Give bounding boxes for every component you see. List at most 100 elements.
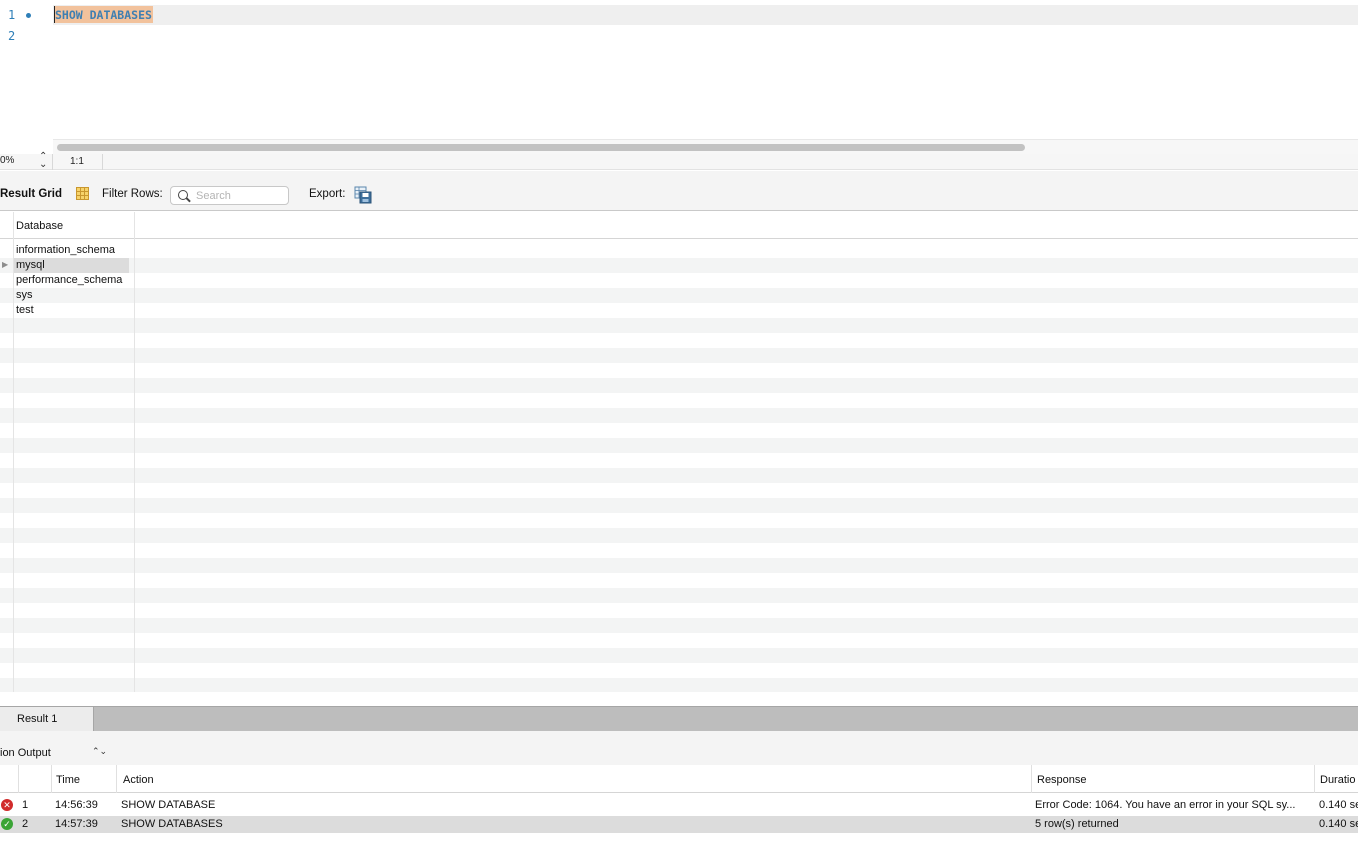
zoom-select[interactable]: 0% ⌃ ⌄	[0, 151, 53, 170]
gutter-line-2: 2	[0, 26, 52, 47]
tab-result-1[interactable]: Result 1	[0, 707, 94, 731]
grid-header: Database	[0, 212, 1358, 239]
empty-table-row	[0, 498, 1358, 513]
empty-table-row	[0, 528, 1358, 543]
output-row[interactable]: ✓ 2 14:57:39 SHOW DATABASES 5 row(s) ret…	[0, 816, 1358, 833]
result-toolbar: Result Grid Filter Rows: Export:	[0, 171, 1358, 211]
updown-chevron-icon: ⌃ ⌄	[39, 151, 48, 170]
empty-table-row	[0, 453, 1358, 468]
empty-table-row	[0, 663, 1358, 678]
empty-table-row	[0, 633, 1358, 648]
output-duration: 0.140 se	[1319, 799, 1358, 811]
empty-table-row	[0, 603, 1358, 618]
table-row[interactable]: test	[0, 303, 1358, 318]
line-number-1: 1	[8, 8, 16, 22]
table-row[interactable]: sys	[0, 288, 1358, 303]
empty-table-row	[0, 678, 1358, 692]
success-check-icon: ✓	[1, 818, 13, 830]
filter-search-input[interactable]	[196, 189, 286, 203]
table-row[interactable]: ▶ mysql	[0, 258, 1358, 273]
empty-table-row	[0, 543, 1358, 558]
empty-table-row	[0, 513, 1358, 528]
scrollbar-thumb[interactable]	[57, 144, 1025, 151]
output-time: 14:56:39	[55, 799, 98, 811]
tab-label: Result 1	[17, 713, 58, 725]
empty-table-row	[0, 393, 1358, 408]
current-row-arrow-icon: ▶	[2, 260, 9, 269]
filter-rows-label: Filter Rows:	[102, 188, 163, 200]
database-cell[interactable]: performance_schema	[16, 274, 122, 286]
filter-search-box[interactable]	[170, 186, 289, 205]
column-header-time[interactable]: Time	[56, 774, 80, 786]
empty-table-row	[0, 573, 1358, 588]
column-divider	[1031, 765, 1032, 793]
table-row[interactable]: performance_schema	[0, 273, 1358, 288]
result-grid[interactable]: Database information_schema ▶ mysql perf…	[0, 212, 1358, 692]
sql-editor[interactable]: 1 2 SHOW DATABASES	[0, 0, 1358, 154]
empty-table-row	[0, 468, 1358, 483]
column-divider	[51, 765, 52, 793]
empty-table-row	[0, 318, 1358, 333]
empty-table-row	[0, 348, 1358, 363]
grid-rows: information_schema ▶ mysql performance_s…	[0, 243, 1358, 692]
column-divider[interactable]	[134, 212, 135, 692]
output-toolbar: ion Output ⌃⌄	[0, 731, 1358, 765]
output-index: 2	[22, 818, 29, 830]
editor-horizontal-scrollbar[interactable]	[53, 139, 1358, 154]
output-time: 14:57:39	[55, 818, 98, 830]
database-cell[interactable]: sys	[16, 289, 33, 301]
column-header-duration[interactable]: Duratio	[1320, 774, 1355, 786]
database-cell[interactable]: information_schema	[16, 244, 115, 256]
empty-table-row	[0, 363, 1358, 378]
result-grid-label: Result Grid	[0, 188, 62, 200]
cursor-position: 1:1	[54, 154, 103, 170]
text-caret	[54, 6, 55, 23]
search-icon	[178, 190, 188, 200]
current-line-highlight	[53, 5, 1358, 25]
export-label: Export:	[309, 188, 346, 200]
empty-grid-rows	[0, 318, 1358, 692]
export-icon[interactable]	[354, 186, 372, 204]
database-cell[interactable]: test	[16, 304, 34, 316]
empty-table-row	[0, 618, 1358, 633]
editor-status-bar: 0% ⌃ ⌄ 1:1	[0, 151, 1358, 170]
empty-table-row	[0, 378, 1358, 393]
output-row[interactable]: ✕ 1 14:56:39 SHOW DATABASE Error Code: 1…	[0, 797, 1358, 814]
column-header-database[interactable]: Database	[16, 220, 63, 232]
updown-chevron-icon[interactable]: ⌃⌄	[92, 746, 107, 757]
output-duration: 0.140 se	[1319, 818, 1358, 830]
output-action: SHOW DATABASES	[121, 818, 223, 830]
empty-table-row	[0, 648, 1358, 663]
zoom-value: 0%	[0, 155, 15, 166]
column-divider	[18, 765, 19, 793]
line-number-2: 2	[8, 29, 16, 43]
output-panel: ion Output ⌃⌄ Time Action Response Durat…	[0, 731, 1358, 841]
sql-statement-text[interactable]: SHOW DATABASES	[54, 6, 153, 23]
result-tab-bar: Result 1	[0, 706, 1358, 731]
gutter-line-1: 1	[0, 5, 52, 26]
result-grid-icon[interactable]	[76, 187, 89, 200]
cursor-position-value: 1:1	[70, 156, 84, 167]
output-response: Error Code: 1064. You have an error in y…	[1035, 799, 1296, 811]
empty-table-row	[0, 408, 1358, 423]
column-divider	[116, 765, 117, 793]
column-divider	[13, 212, 14, 692]
empty-table-row	[0, 423, 1358, 438]
statement-marker-icon[interactable]	[26, 13, 31, 18]
output-header: Time Action Response Duratio	[0, 765, 1358, 793]
empty-table-row	[0, 438, 1358, 453]
output-action: SHOW DATABASE	[121, 799, 216, 811]
empty-table-row	[0, 483, 1358, 498]
output-type-select[interactable]: ion Output	[0, 747, 51, 759]
table-row[interactable]: information_schema	[0, 243, 1358, 258]
database-cell[interactable]: mysql	[16, 259, 45, 271]
column-header-action[interactable]: Action	[123, 774, 154, 786]
output-response: 5 row(s) returned	[1035, 818, 1119, 830]
column-divider	[1314, 765, 1315, 793]
column-header-response[interactable]: Response	[1037, 774, 1087, 786]
empty-table-row	[0, 333, 1358, 348]
empty-table-row	[0, 588, 1358, 603]
error-icon: ✕	[1, 799, 13, 811]
empty-table-row	[0, 558, 1358, 573]
output-index: 1	[22, 799, 29, 811]
